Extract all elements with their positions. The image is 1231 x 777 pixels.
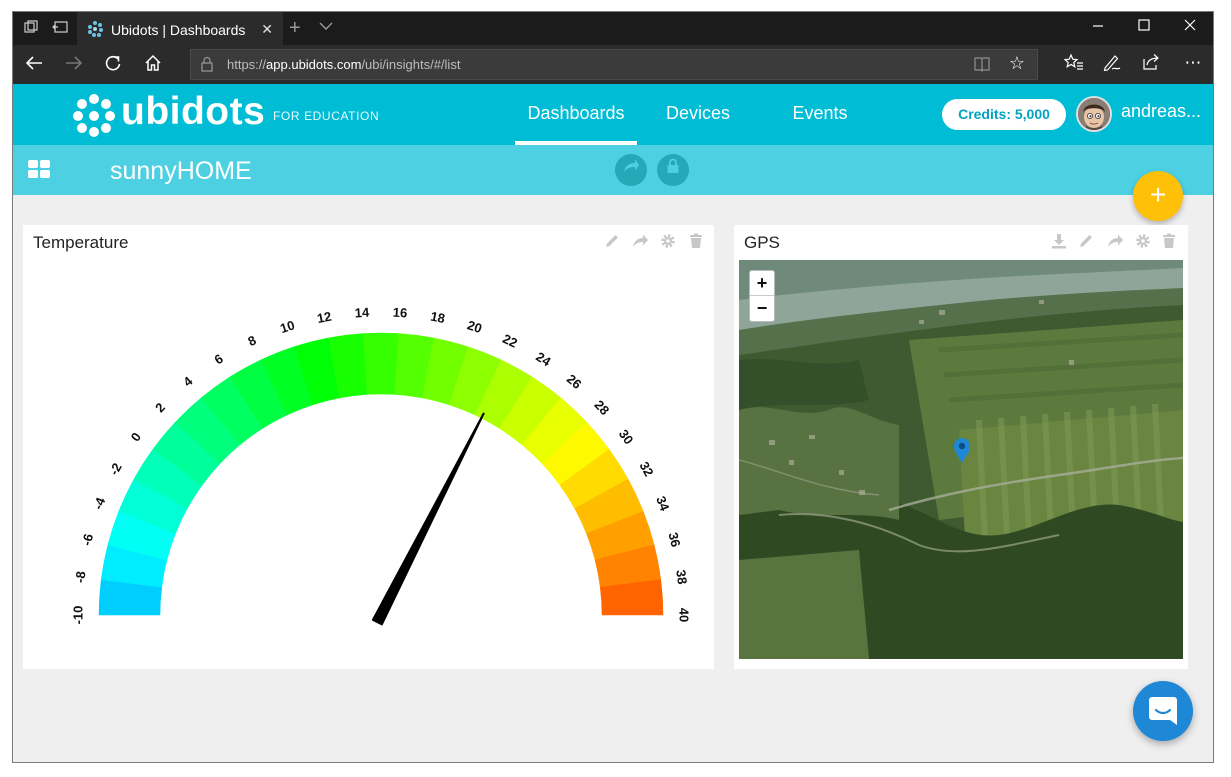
gauge-tick-label: 18 (429, 309, 446, 326)
ubidots-favicon-icon (87, 21, 103, 37)
chat-button[interactable] (1133, 681, 1193, 741)
app-header: ubidots FOR EDUCATION Dashboards Devices… (13, 84, 1213, 145)
gauge-needle (371, 412, 485, 626)
close-window-icon[interactable] (1170, 18, 1210, 35)
username[interactable]: andreas... (1121, 101, 1201, 122)
gauge-tick-label: 2 (152, 400, 168, 416)
gauge-band (363, 332, 399, 395)
logo-text[interactable]: ubidots (121, 90, 265, 134)
add-widget-button[interactable]: + (1133, 171, 1183, 221)
widget-toolbar (603, 233, 708, 251)
dashboard-list-icon[interactable] (28, 160, 50, 179)
gauge-tick-label: 22 (500, 331, 519, 351)
more-menu-icon[interactable]: ⋯ (1181, 53, 1205, 73)
gauge-tick-label: 30 (616, 427, 637, 448)
gauge-tick-label: -6 (79, 532, 96, 547)
back-arrow-icon[interactable] (23, 54, 45, 76)
nav-devices[interactable]: Devices (648, 103, 748, 124)
zoom-out-button[interactable]: − (750, 296, 774, 321)
chat-icon (1149, 697, 1177, 725)
temperature-gauge: -10-8-6-4-2024681012 14 16 1820222426283032… (70, 305, 692, 626)
gauge-tick-label: 12 (316, 309, 333, 326)
gauge-tick-label: 36 (665, 531, 683, 549)
url-host: app.ubidots.com (266, 57, 362, 72)
gear-icon[interactable] (659, 233, 677, 251)
share-dashboard-icon[interactable] (615, 154, 647, 186)
share-arrow-icon[interactable] (631, 233, 649, 251)
url-prefix: https:// (227, 57, 267, 72)
gauge-tick-label: 6 (212, 351, 226, 368)
gauge-tick-label: 38 (673, 569, 690, 585)
trash-icon[interactable] (1160, 233, 1178, 251)
credits-button[interactable]: Credits: 5,000 (942, 99, 1066, 130)
map-zoom-control: + − (749, 270, 775, 322)
dashboard-title[interactable]: sunnyHOME (110, 157, 252, 186)
gauge-tick-label: -4 (90, 495, 108, 512)
maximize-icon[interactable] (1124, 18, 1164, 35)
title-bar: Ubidots | Dashboards ✕ + (13, 12, 1213, 45)
gauge-tick-label: -10 (70, 606, 85, 625)
favorites-list-icon[interactable] (1062, 53, 1086, 76)
gauge-tick-label: 16 (392, 305, 407, 321)
edit-pencil-icon[interactable] (603, 233, 621, 251)
zoom-in-button[interactable]: + (750, 271, 774, 296)
gauge-tick-label: 14 (354, 305, 370, 321)
gauge-tick-label: -2 (106, 460, 125, 477)
widget-toolbar (1050, 233, 1182, 251)
gauge-tick-label: 0 (128, 430, 144, 445)
gauge-tick-label: 4 (180, 373, 196, 390)
gauge-tick-label: 24 (533, 349, 554, 370)
close-tab-icon[interactable]: ✕ (261, 21, 273, 38)
satellite-map[interactable]: + − (739, 260, 1183, 659)
lock-icon (201, 56, 213, 72)
gauge-tick-label: 32 (637, 459, 657, 479)
download-icon[interactable] (1050, 233, 1068, 251)
url-text: https://app.ubidots.com/ubi/insights/#/l… (227, 57, 460, 72)
home-icon[interactable] (142, 54, 164, 76)
refresh-icon[interactable] (102, 54, 124, 76)
tab-title: Ubidots | Dashboards (111, 22, 246, 38)
pen-notes-icon[interactable] (1100, 53, 1124, 76)
trash-icon[interactable] (687, 233, 705, 251)
widget-title: Temperature (33, 233, 129, 252)
ubidots-logo-icon[interactable] (73, 94, 115, 137)
gauge-tick-label: 20 (465, 317, 483, 336)
share-icon[interactable] (1140, 53, 1164, 76)
gauge-tick-label: 8 (245, 332, 258, 349)
forward-arrow-icon[interactable] (63, 54, 85, 76)
nav-dashboards[interactable]: Dashboards (515, 103, 637, 124)
lock-dashboard-icon[interactable] (657, 154, 689, 186)
browser-toolbar: https://app.ubidots.com/ubi/insights/#/l… (13, 45, 1213, 84)
widget-title: GPS (744, 233, 780, 252)
gauge-tick-label: 28 (592, 397, 613, 418)
gauge-needle-shape (371, 412, 485, 626)
share-arrow-icon[interactable] (1106, 233, 1124, 251)
set-aside-tabs-icon[interactable] (51, 20, 69, 38)
favorite-star-icon[interactable]: ☆ (1009, 53, 1025, 74)
minimize-icon[interactable] (1078, 18, 1118, 35)
gps-widget: GPS + − (734, 225, 1188, 669)
address-bar[interactable]: https://app.ubidots.com/ubi/insights/#/l… (190, 49, 1038, 80)
map-marker-icon[interactable] (952, 436, 972, 464)
browser-window: Ubidots | Dashboards ✕ + https://app.ubi… (12, 11, 1214, 763)
gear-icon[interactable] (1134, 233, 1152, 251)
temperature-widget: Temperature -10 -8 -6 -4 -2 0 2 4 6 8 10 12 14 16 18 20… (23, 225, 714, 669)
url-path: /ubi/insights/#/list (361, 57, 461, 72)
dashboard-bar: sunnyHOME (13, 145, 1213, 195)
gauge-tick-label: 34 (653, 494, 673, 514)
new-tab-icon[interactable]: + (289, 17, 301, 40)
tab-actions-icon[interactable] (22, 20, 40, 38)
gauge-tick-label: 40 (677, 608, 692, 622)
edit-pencil-icon[interactable] (1077, 233, 1095, 251)
browser-tab[interactable]: Ubidots | Dashboards ✕ (77, 12, 283, 45)
edu-label: FOR EDUCATION (273, 109, 380, 123)
gauge-tick-label: -8 (72, 570, 88, 583)
gauge-tick-label: 10 (278, 317, 296, 336)
chevron-down-icon[interactable] (319, 20, 333, 34)
avatar[interactable] (1076, 96, 1112, 132)
nav-events[interactable]: Events (770, 103, 870, 124)
gauge-tick-label: 26 (564, 371, 585, 392)
reading-view-icon[interactable] (973, 56, 991, 72)
